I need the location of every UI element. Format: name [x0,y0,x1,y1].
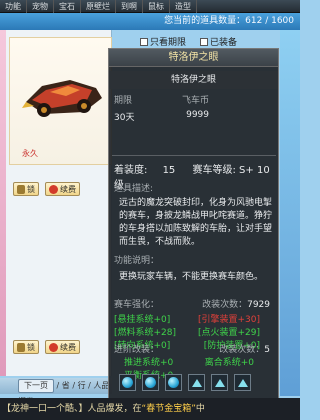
tooltip-title: 特洛伊之眼 [109,49,278,67]
pagination-bar: 下一页 / 省 / 行 / 人品爆发 [0,378,112,406]
modify-count-label: 改装次数： [202,300,248,310]
menu-item-arrival[interactable]: 到啊 [116,0,143,13]
function-section: 功能说明： 更换玩家车辆，不能更换赛车颜色。 [114,253,274,282]
next-page-button[interactable]: 下一页 [18,379,54,393]
gem-slot[interactable] [119,374,136,391]
empty-slot-triangle-icon [191,378,202,387]
tooltip-item-name: 特洛伊之眼 [109,71,278,89]
renew-button-2-label: 续费 [60,342,76,352]
divider [112,155,276,156]
gem-slot[interactable] [142,374,159,391]
inventory-side-decoration [0,30,6,376]
assembly-label: 着装度: [114,165,148,176]
item-action-row-1: 锁 续费 [13,182,80,196]
expiry-filter[interactable]: 只看期限 [140,35,186,48]
advance-clutch: 离合系统+0 [204,358,254,368]
gem-slot[interactable] [165,374,182,391]
menu-item-style[interactable]: 造型 [170,0,197,13]
expiry-filter-label: 只看期限 [150,38,187,48]
currency-label: 飞车币 [181,96,209,106]
news-ticker: 【龙神一口一个酷、】人品爆发，在“春节金宝箱”中 [0,398,300,420]
advance-propulsion: 推进系统+0 [124,358,174,368]
description-label: 道具描述: [114,184,154,194]
assembly-value: 15 [162,165,176,176]
level-label: 赛车等级: [192,165,236,176]
enhance-ignition: [点火装置+29] [197,328,260,338]
function-label: 功能说明： [114,256,160,266]
price-value: 9999 [186,110,209,120]
menu-item-pet[interactable]: 宠物 [27,0,54,13]
lock-icon [17,184,25,194]
item-tooltip: 特洛伊之眼 特洛伊之眼 期限 飞车币 30天 9999 着装度: 15 赛车等级: … [108,48,279,404]
item-duration: 永久 [22,149,38,158]
renew-icon [49,184,58,194]
lock-button-label: 锁 [27,184,35,194]
item-count-status: 您当前的道具数量：612 / 1600 [0,13,300,30]
news-prefix: 【龙神一口一个酷、】 [2,404,88,414]
news-suffix: 中 [195,404,205,414]
period-label: 期限 [114,96,133,106]
menu-item-original[interactable]: 原壁烂 [81,0,116,13]
right-background-strip [280,30,300,396]
gem-orb-icon [122,377,133,388]
gem-slot[interactable] [234,374,251,391]
lock-button[interactable]: 锁 [13,182,39,196]
empty-slot-triangle-icon [237,378,248,387]
enhance-suspension: [悬挂系统+0] [114,315,171,325]
gem-slot[interactable] [211,374,228,391]
menu-item-function[interactable]: 功能 [0,0,27,13]
menu-item-gem[interactable]: 宝石 [54,0,81,13]
renew-button[interactable]: 续费 [45,182,80,196]
price-table: 期限 飞车币 30天 9999 [114,93,274,123]
menu-item-mouse[interactable]: 鼠标 [143,0,170,13]
empty-slot-triangle-icon [214,378,225,387]
gem-slot[interactable] [188,374,205,391]
equipped-checkbox[interactable] [200,38,209,46]
function-text: 更换玩家车辆，不能更换赛车颜色。 [119,272,264,282]
equipped-filter[interactable]: 已装备 [200,35,237,48]
advance-label: 进阶改装： [114,345,160,355]
lock-icon [17,342,25,352]
enhance-label: 赛车强化： [114,300,160,310]
race-car-image [22,80,102,117]
news-highlight: “春节金宝箱” [141,404,196,414]
renew-button-2[interactable]: 续费 [45,340,80,354]
gem-slots [119,374,251,391]
advance-count-label: 改装次数： [219,345,265,355]
item-action-row-2: 锁 续费 [13,340,80,354]
modify-count: 7929 [247,300,270,310]
enhance-fuel: [燃料系统+28] [114,328,177,338]
news-mid: 人品爆发，在 [87,404,142,414]
inventory-item-card[interactable]: 永久 [9,37,112,165]
renew-button-label: 续费 [60,184,76,194]
description-text: 远古的魔龙突破封印，化身为风驰电掣的赛车，身披龙鳞战甲叱咤赛道。狰狞的车身搭以加… [119,198,273,247]
gem-orb-icon [145,377,156,388]
advance-count: 5 [264,345,270,355]
gem-orb-icon [168,377,179,388]
inventory-panel: 永久 锁 续费 锁 续费 [0,30,112,376]
lock-button-2-label: 锁 [27,342,35,352]
enhance-engine: [引擎装置+30] [197,315,260,325]
top-menubar: 功能 宠物 宝石 原壁烂 到啊 鼠标 造型 [0,0,300,13]
equipped-filter-label: 已装备 [210,38,238,48]
filter-bar: 只看期限 已装备 [140,35,237,48]
renew-icon [49,342,58,352]
period-value: 30天 [114,113,135,123]
lock-button-2[interactable]: 锁 [13,340,39,354]
expiry-checkbox[interactable] [140,38,148,46]
description-section: 道具描述: 远古的魔龙突破封印，化身为风驰电掣的赛车，身披龙鳞战甲叱咤赛道。狰狞… [114,181,274,249]
